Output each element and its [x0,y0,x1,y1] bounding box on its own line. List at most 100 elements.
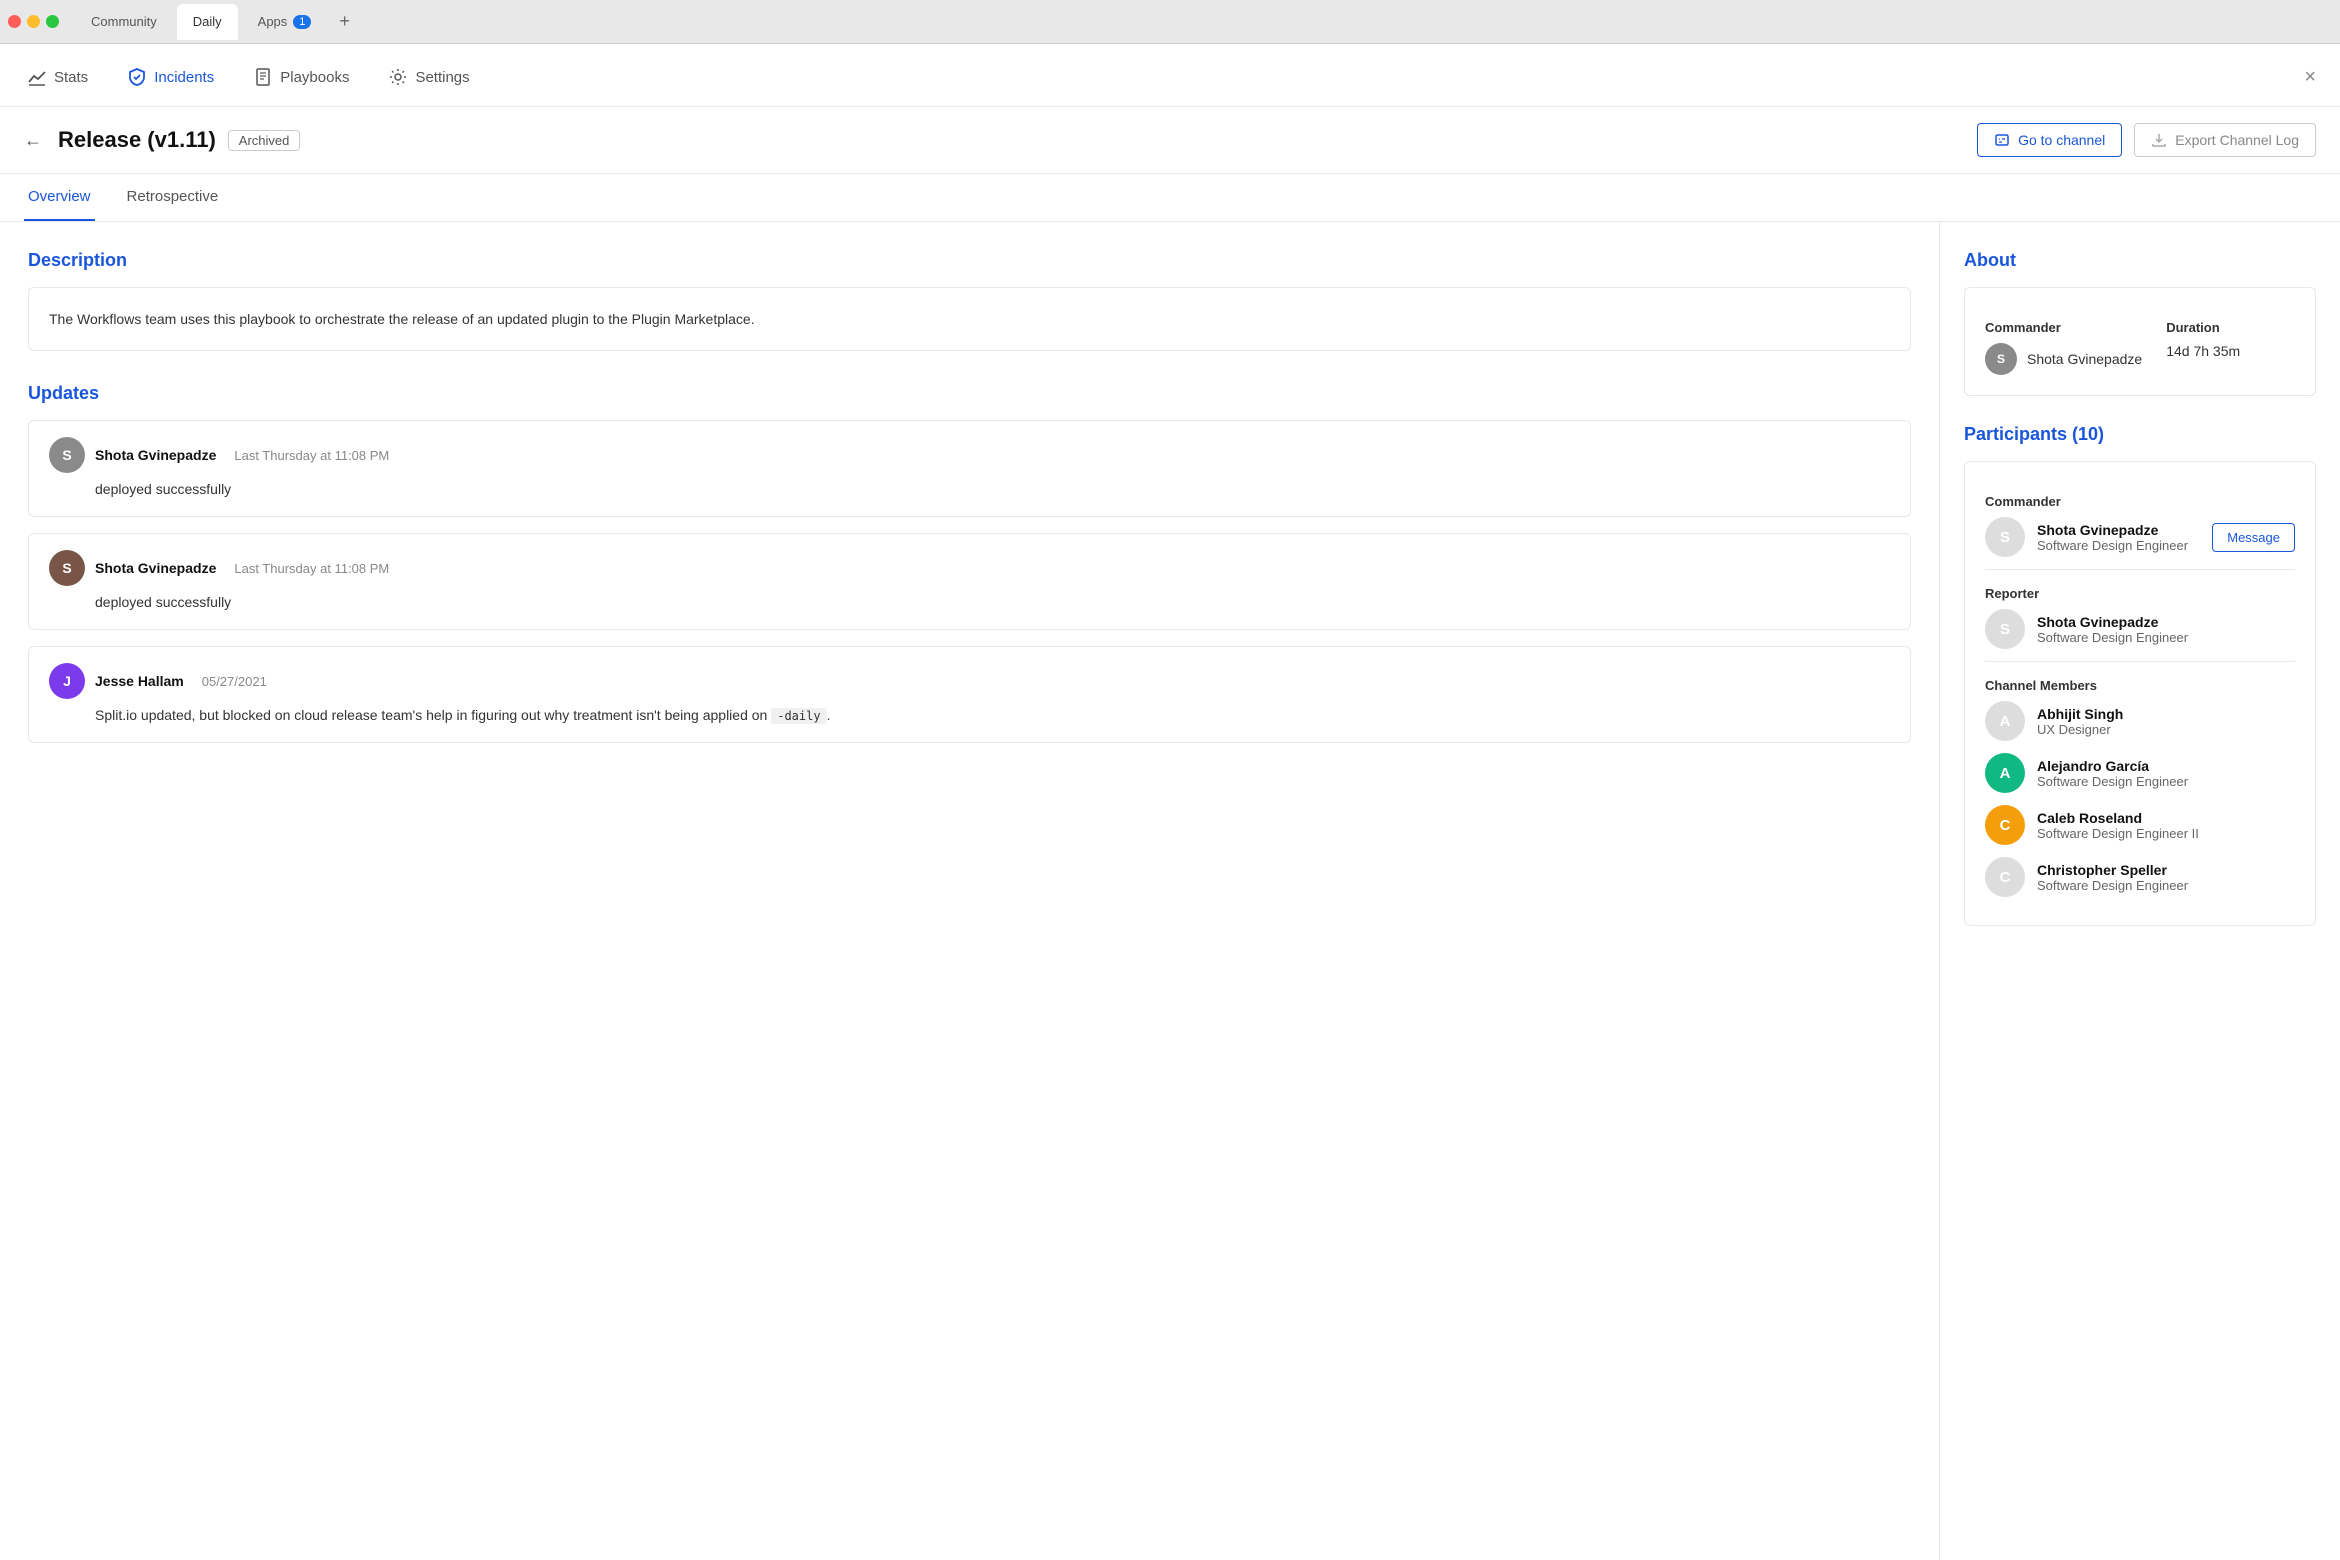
description-section: Description The Workflows team uses this… [28,250,1911,351]
main-layout: Description The Workflows team uses this… [0,222,2340,1560]
update-author-1: Shota Gvinepadze [95,447,216,463]
archived-badge: Archived [228,130,301,151]
divider-2 [1985,661,2295,662]
member-info-3: Christopher Speller Software Design Engi… [2037,862,2295,893]
member-avatar-2: C [1985,805,2025,845]
reporter-participant-role-text: Software Design Engineer [2037,630,2295,645]
reporter-participant-avatar: S [1985,609,2025,649]
update-header-3: J Jesse Hallam 05/27/2021 [49,663,1890,699]
duration-col: Duration 14d 7h 35m [2166,320,2240,375]
commander-col: Commander S Shota Gvinepadze [1985,320,2142,375]
member-avatar-1: A [1985,753,2025,793]
incident-title: Release (v1.11) [58,127,216,153]
member-info-0: Abhijit Singh UX Designer [2037,706,2295,737]
divider-1 [1985,569,2295,570]
avatar-2: S [49,550,85,586]
about-title: About [1964,250,2316,271]
commander-role-label: Commander [1985,494,2295,509]
member-role-0: UX Designer [2037,722,2295,737]
fullscreen-traffic-light[interactable] [46,15,59,28]
minimize-traffic-light[interactable] [27,15,40,28]
commander-participant-avatar: S [1985,517,2025,557]
duration-value: 14d 7h 35m [2166,343,2240,359]
incident-header: ← Release (v1.11) Archived Go to channel… [0,107,2340,174]
back-button[interactable]: ← [24,130,42,151]
tab-apps[interactable]: Apps 1 [242,4,328,40]
tab-daily[interactable]: Daily [177,4,238,40]
member-name-3: Christopher Speller [2037,862,2295,878]
export-log-button[interactable]: Export Channel Log [2134,123,2316,157]
update-header-1: S Shota Gvinepadze Last Thursday at 11:0… [49,437,1890,473]
member-name-1: Alejandro García [2037,758,2295,774]
go-to-channel-button[interactable]: Go to channel [1977,123,2122,157]
update-time-1: Last Thursday at 11:08 PM [234,448,389,463]
header-actions: Go to channel Export Channel Log [1977,123,2316,157]
commander-label: Commander [1985,320,2142,335]
right-column: About Commander S Shota Gvinepadze Durat… [1940,222,2340,1560]
updates-title: Updates [28,383,1911,404]
left-column: Description The Workflows team uses this… [0,222,1940,1560]
participants-section: Participants (10) Commander S Shota Gvin… [1964,424,2316,926]
member-row-2: C Caleb Roseland Software Design Enginee… [1985,805,2295,845]
member-row-1: A Alejandro García Software Design Engin… [1985,753,2295,793]
description-box: The Workflows team uses this playbook to… [28,287,1911,351]
nav-stats[interactable]: Stats [24,60,92,94]
commander-participant-role-text: Software Design Engineer [2037,538,2200,553]
content-tabs: Overview Retrospective [0,174,2340,222]
close-traffic-light[interactable] [8,15,21,28]
commander-message-button[interactable]: Message [2212,523,2295,552]
member-info-1: Alejandro García Software Design Enginee… [2037,758,2295,789]
description-title: Description [28,250,1911,271]
avatar-1: S [49,437,85,473]
commander-name: Shota Gvinepadze [2027,351,2142,367]
new-tab-button[interactable]: + [331,7,358,36]
member-role-2: Software Design Engineer II [2037,826,2295,841]
commander-avatar: S [1985,343,2017,375]
update-text-2: deployed successfully [49,592,1890,613]
update-text-1: deployed successfully [49,479,1890,500]
app-container: Stats Incidents Playbooks Settings [0,44,2340,1560]
commander-value-row: S Shota Gvinepadze [1985,343,2142,375]
members-role-label: Channel Members [1985,678,2295,693]
commander-participant-row: S Shota Gvinepadze Software Design Engin… [1985,517,2295,557]
participants-title: Participants (10) [1964,424,2316,445]
browser-chrome: Community Daily Apps 1 + [0,0,2340,44]
update-author-3: Jesse Hallam [95,673,184,689]
update-time-3: 05/27/2021 [202,674,267,689]
update-card-2: S Shota Gvinepadze Last Thursday at 11:0… [28,533,1911,630]
tab-community[interactable]: Community [75,4,173,40]
member-avatar-0: A [1985,701,2025,741]
about-section: About Commander S Shota Gvinepadze Durat… [1964,250,2316,396]
updates-section: Updates S Shota Gvinepadze Last Thursday… [28,383,1911,743]
close-button[interactable]: × [2304,66,2316,89]
member-name-2: Caleb Roseland [2037,810,2295,826]
nav-playbooks[interactable]: Playbooks [250,60,353,94]
nav-settings[interactable]: Settings [385,60,473,94]
apps-badge: 1 [293,15,311,29]
member-avatar-3: C [1985,857,2025,897]
member-row-3: C Christopher Speller Software Design En… [1985,857,2295,897]
about-grid: Commander S Shota Gvinepadze Duration 14… [1985,320,2295,375]
nav-incidents[interactable]: Incidents [124,60,218,94]
member-info-2: Caleb Roseland Software Design Engineer … [2037,810,2295,841]
code-tag: -daily [771,708,826,724]
gear-icon [389,68,407,86]
member-role-3: Software Design Engineer [2037,878,2295,893]
update-card-1: S Shota Gvinepadze Last Thursday at 11:0… [28,420,1911,517]
tab-retrospective[interactable]: Retrospective [123,174,223,221]
update-header-2: S Shota Gvinepadze Last Thursday at 11:0… [49,550,1890,586]
commander-participant-info: Shota Gvinepadze Software Design Enginee… [2037,522,2200,553]
download-icon [2151,132,2167,148]
shield-icon [128,68,146,86]
reporter-participant-name: Shota Gvinepadze [2037,614,2295,630]
tab-overview[interactable]: Overview [24,174,95,221]
duration-label: Duration [2166,320,2240,335]
reporter-role-label: Reporter [1985,586,2295,601]
chart-icon [28,68,46,86]
update-card-3: J Jesse Hallam 05/27/2021 Split.io updat… [28,646,1911,743]
update-text-3: Split.io updated, but blocked on cloud r… [49,705,1890,726]
traffic-lights [8,15,59,28]
member-row-0: A Abhijit Singh UX Designer [1985,701,2295,741]
update-author-2: Shota Gvinepadze [95,560,216,576]
reporter-participant-info: Shota Gvinepadze Software Design Enginee… [2037,614,2295,645]
